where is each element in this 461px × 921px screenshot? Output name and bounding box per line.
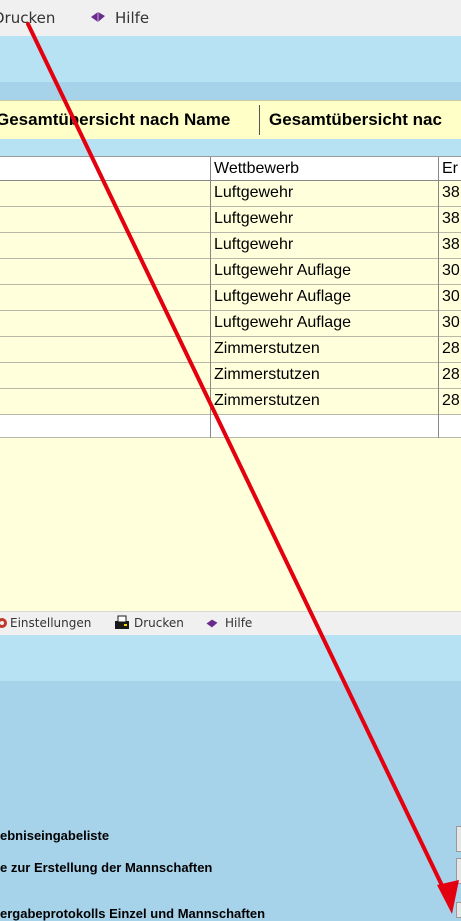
option-button-edge[interactable] — [456, 826, 461, 852]
menu-drucken[interactable]: Drucken — [0, 9, 55, 27]
table-row[interactable]: Zimmerstutzen 28 — [0, 337, 461, 363]
bottom-toolbar: Einstellungen Drucken Hilfe — [0, 611, 461, 636]
table-row[interactable]: Luftgewehr 38 — [0, 181, 461, 207]
grid-column-divider — [438, 157, 439, 438]
table-row[interactable]: Zimmerstutzen 28 — [0, 389, 461, 415]
option-ergebniseingabeliste[interactable]: ebniseingabeliste — [0, 828, 109, 843]
toolbar-einstellungen[interactable]: Einstellungen — [10, 616, 91, 630]
tab-gesamtuebersicht-name[interactable]: Gesamtübersicht nach Name — [0, 110, 230, 130]
cell-wettbewerb: Luftgewehr — [214, 210, 294, 227]
help-book-icon — [91, 12, 105, 22]
header-band — [0, 36, 461, 82]
option-button-edge[interactable] — [456, 858, 461, 884]
cell-wettbewerb: Luftgewehr Auflage — [214, 314, 351, 331]
cell-er: 28 — [442, 366, 460, 383]
help-book-icon — [206, 619, 218, 628]
menubar: Drucken Hilfe — [0, 0, 461, 37]
header-band-separator — [0, 82, 461, 100]
table-row[interactable]: Luftgewehr Auflage 30 — [0, 259, 461, 285]
cell-er: 30 — [442, 314, 460, 331]
table-row[interactable]: Zimmerstutzen 28 — [0, 363, 461, 389]
table-row[interactable]: Luftgewehr Auflage 30 — [0, 285, 461, 311]
cell-wettbewerb: Zimmerstutzen — [214, 340, 320, 357]
table-row[interactable]: Luftgewehr Auflage 30 — [0, 311, 461, 337]
cell-wettbewerb: Zimmerstutzen — [214, 392, 320, 409]
column-header-wettbewerb[interactable]: Wettbewerb — [214, 157, 436, 180]
table-row[interactable]: Luftgewehr 38 — [0, 233, 461, 259]
settings-icon — [0, 618, 7, 628]
cell-er: 38 — [442, 210, 460, 227]
cell-wettbewerb: Luftgewehr Auflage — [214, 262, 351, 279]
grid-header-row: Wettbewerb Er — [0, 157, 461, 181]
option-mannschaften-erstellung[interactable]: e zur Erstellung der Mannschaften — [0, 860, 212, 875]
menu-hilfe[interactable]: Hilfe — [115, 9, 149, 27]
cell-er: 28 — [442, 392, 460, 409]
toolbar-hilfe[interactable]: Hilfe — [225, 616, 252, 630]
results-grid: Wettbewerb Er Luftgewehr 38 Luftgewehr 3… — [0, 156, 461, 612]
table-row[interactable]: Luftgewehr 38 — [0, 207, 461, 233]
tabstrip: Gesamtübersicht nach Name Gesamtübersich… — [0, 100, 461, 140]
cell-wettbewerb: Luftgewehr — [214, 236, 294, 253]
cell-wettbewerb: Luftgewehr — [214, 184, 294, 201]
option-protokoll-einzel-mannschaften[interactable]: ergabeprotokolls Einzel und Mannschaften — [0, 906, 265, 921]
table-row-empty[interactable] — [0, 415, 461, 438]
cell-er: 30 — [442, 262, 460, 279]
cell-er: 30 — [442, 288, 460, 305]
cell-wettbewerb: Zimmerstutzen — [214, 366, 320, 383]
tab-divider — [259, 105, 260, 135]
cell-er: 38 — [442, 236, 460, 253]
grid-top-gap — [0, 139, 461, 156]
tab-gesamtuebersicht-other[interactable]: Gesamtübersicht nac — [269, 110, 442, 130]
column-header-er[interactable]: Er — [442, 157, 461, 180]
cell-er: 38 — [442, 184, 460, 201]
toolbar-drucken[interactable]: Drucken — [134, 616, 184, 630]
cell-wettbewerb: Luftgewehr Auflage — [214, 288, 351, 305]
options-header-band — [0, 635, 461, 681]
printer-icon — [115, 615, 129, 629]
grid-column-divider — [210, 157, 211, 438]
cell-er: 28 — [442, 340, 460, 357]
